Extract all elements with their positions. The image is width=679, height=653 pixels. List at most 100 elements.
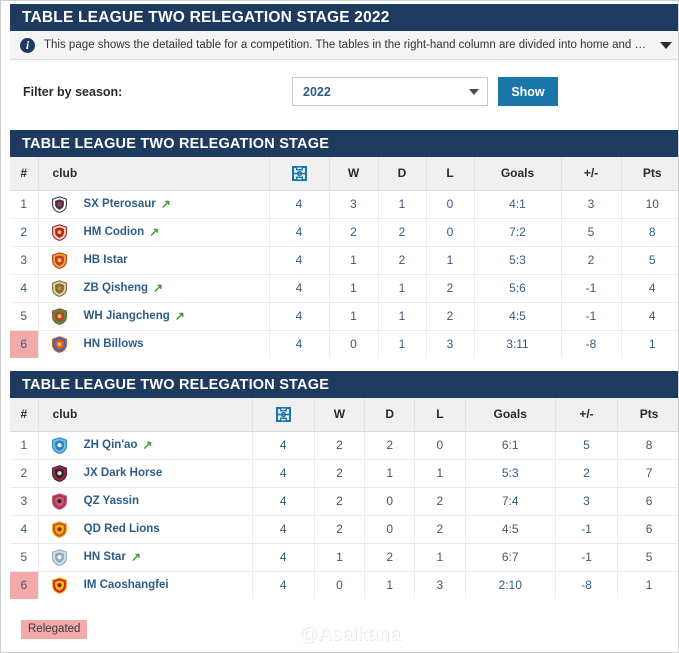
column-header-club[interactable]: club	[38, 157, 270, 191]
standings-header-row: # club W D L Goals +/- Pts	[10, 157, 678, 191]
cell-goal-diff: -8	[561, 330, 622, 358]
standings-block-1: TABLE LEAGUE TWO RELEGATION STAGE # club W D…	[10, 371, 678, 599]
cell-wins: 0	[314, 571, 366, 599]
cell-club: QZ Yassin	[38, 487, 253, 516]
club-link[interactable]: IM Caoshangfei	[84, 579, 169, 591]
table-row[interactable]: 1 ZH Qin'ao ↗ 4 2 2 0 6:1 5 8	[10, 431, 678, 460]
club-link[interactable]: ZH Qin'ao	[84, 439, 138, 451]
column-header-l[interactable]: L	[414, 398, 466, 432]
crest-hn-star-icon	[51, 548, 68, 566]
chevron-down-icon[interactable]	[660, 41, 672, 49]
cell-goals: 7:2	[474, 218, 562, 247]
cell-rank: 2	[10, 459, 39, 488]
table-row[interactable]: 3 HB Istar 4 1 2 1 5:3 2 5	[10, 246, 678, 275]
table-row[interactable]: 6 IM Caoshangfei 4 0 1 3 2:10 -8 1	[10, 571, 678, 599]
club-link[interactable]: HM Codion	[84, 226, 145, 238]
cell-wins: 2	[314, 431, 366, 460]
club-link[interactable]: WH Jiangcheng	[84, 310, 170, 322]
cell-points: 8	[621, 218, 678, 247]
column-header-d[interactable]: D	[364, 398, 416, 432]
chevron-down-icon	[469, 88, 479, 95]
promotion-arrow-icon: ↗	[153, 281, 164, 295]
table-row[interactable]: 4 ZB Qisheng ↗ 4 1 1 2 5:6 -1 4	[10, 274, 678, 303]
cell-goals: 5:3	[474, 246, 562, 275]
cell-losses: 3	[426, 330, 475, 358]
info-circle-icon: i	[20, 37, 35, 53]
cell-goals: 6:7	[465, 543, 556, 572]
column-header-l[interactable]: L	[426, 157, 475, 191]
column-header-w[interactable]: W	[314, 398, 366, 432]
crest-qz-yassin-icon	[51, 492, 68, 510]
cell-losses: 1	[426, 246, 475, 275]
crest-sx-pterosaur-icon	[51, 195, 68, 213]
cell-draws: 1	[378, 302, 427, 331]
cell-goal-diff: -1	[561, 274, 622, 303]
cell-draws: 1	[364, 459, 416, 488]
season-select[interactable]: 2022	[292, 77, 488, 106]
column-header-club[interactable]: club	[38, 398, 253, 432]
standings-header-row: # club W D L Goals +/- Pts	[10, 398, 678, 432]
cell-wins: 3	[329, 190, 379, 219]
table-row[interactable]: 3 QZ Yassin 4 2 0 2 7:4 3 6	[10, 487, 678, 516]
crest-zb-qisheng-icon	[51, 279, 68, 297]
table-row[interactable]: 5 HN Star ↗ 4 1 2 1 6:7 -1 5	[10, 543, 678, 572]
club-link[interactable]: HN Billows	[84, 338, 144, 350]
cell-goals: 6:1	[465, 431, 556, 460]
cell-points: 6	[617, 515, 678, 544]
cell-rank: 3	[10, 246, 39, 275]
show-button[interactable]: Show	[498, 77, 558, 106]
table-row[interactable]: 2 JX Dark Horse 4 2 1 1 5:3 2 7	[10, 459, 678, 488]
cell-goal-diff: 5	[561, 218, 622, 247]
column-header-rank[interactable]: #	[10, 398, 39, 432]
filter-row: Filter by season: 2022 Show	[10, 61, 678, 123]
column-header-goals[interactable]: Goals	[474, 157, 562, 191]
column-header-matches[interactable]	[269, 157, 330, 191]
club-link[interactable]: JX Dark Horse	[84, 467, 163, 479]
column-header-diff[interactable]: +/-	[555, 398, 619, 432]
info-bar[interactable]: i This page shows the detailed table for…	[10, 31, 678, 60]
cell-goal-diff: -1	[555, 515, 619, 544]
cell-goals: 4:5	[474, 302, 562, 331]
table-row[interactable]: 4 QD Red Lions 4 2 0 2 4:5 -1 6	[10, 515, 678, 544]
column-header-d[interactable]: D	[378, 157, 427, 191]
table-row[interactable]: 1 SX Pterosaur ↗ 4 3 1 0 4:1 3 10	[10, 190, 678, 219]
table-row[interactable]: 6 HN Billows 4 0 1 3 3:11 -8 1	[10, 330, 678, 358]
promotion-arrow-icon: ↗	[130, 550, 141, 564]
column-header-goals[interactable]: Goals	[465, 398, 556, 432]
table-row[interactable]: 2 HM Codion ↗ 4 2 2 0 7:2 5 8	[10, 218, 678, 247]
cell-goal-diff: 3	[561, 190, 622, 219]
cell-losses: 1	[414, 543, 466, 572]
column-header-matches[interactable]	[252, 398, 315, 432]
column-header-pts[interactable]: Pts	[617, 398, 678, 432]
table-row[interactable]: 5 WH Jiangcheng ↗ 4 1 1 2 4:5 -1 4	[10, 302, 678, 331]
column-header-diff[interactable]: +/-	[561, 157, 622, 191]
cell-wins: 2	[329, 218, 379, 247]
club-link[interactable]: HB Istar	[84, 254, 128, 266]
page-title: TABLE LEAGUE TWO RELEGATION STAGE 2022	[10, 4, 678, 31]
cell-goal-diff: 2	[561, 246, 622, 275]
cell-goal-diff: 3	[555, 487, 619, 516]
cell-wins: 2	[314, 515, 366, 544]
cell-points: 5	[617, 543, 678, 572]
column-header-rank[interactable]: #	[10, 157, 39, 191]
crest-hn-billows-icon	[51, 335, 68, 353]
club-link[interactable]: ZB Qisheng	[84, 282, 149, 294]
cell-goals: 5:3	[465, 459, 556, 488]
column-header-w[interactable]: W	[329, 157, 379, 191]
club-link[interactable]: HN Star	[84, 551, 126, 563]
club-link[interactable]: QD Red Lions	[84, 523, 160, 535]
club-link[interactable]: QZ Yassin	[84, 495, 139, 507]
filter-by-season-label: Filter by season:	[23, 85, 123, 99]
crest-qd-red-lions-icon	[51, 520, 68, 538]
standings-table-1: # club W D L Goals +/- Pts 1 ZH Qin'ao ↗ 4 2 2 0 6:1 5 8 2…	[10, 398, 678, 599]
cell-draws: 1	[378, 274, 427, 303]
cell-matches: 4	[269, 330, 330, 358]
cell-matches: 4	[269, 190, 330, 219]
cell-goals: 5:6	[474, 274, 562, 303]
cell-wins: 1	[314, 543, 366, 572]
cell-points: 4	[621, 274, 678, 303]
club-link[interactable]: SX Pterosaur	[84, 198, 156, 210]
cell-goal-diff: -8	[555, 571, 619, 599]
cell-points: 8	[617, 431, 678, 460]
column-header-pts[interactable]: Pts	[621, 157, 678, 191]
